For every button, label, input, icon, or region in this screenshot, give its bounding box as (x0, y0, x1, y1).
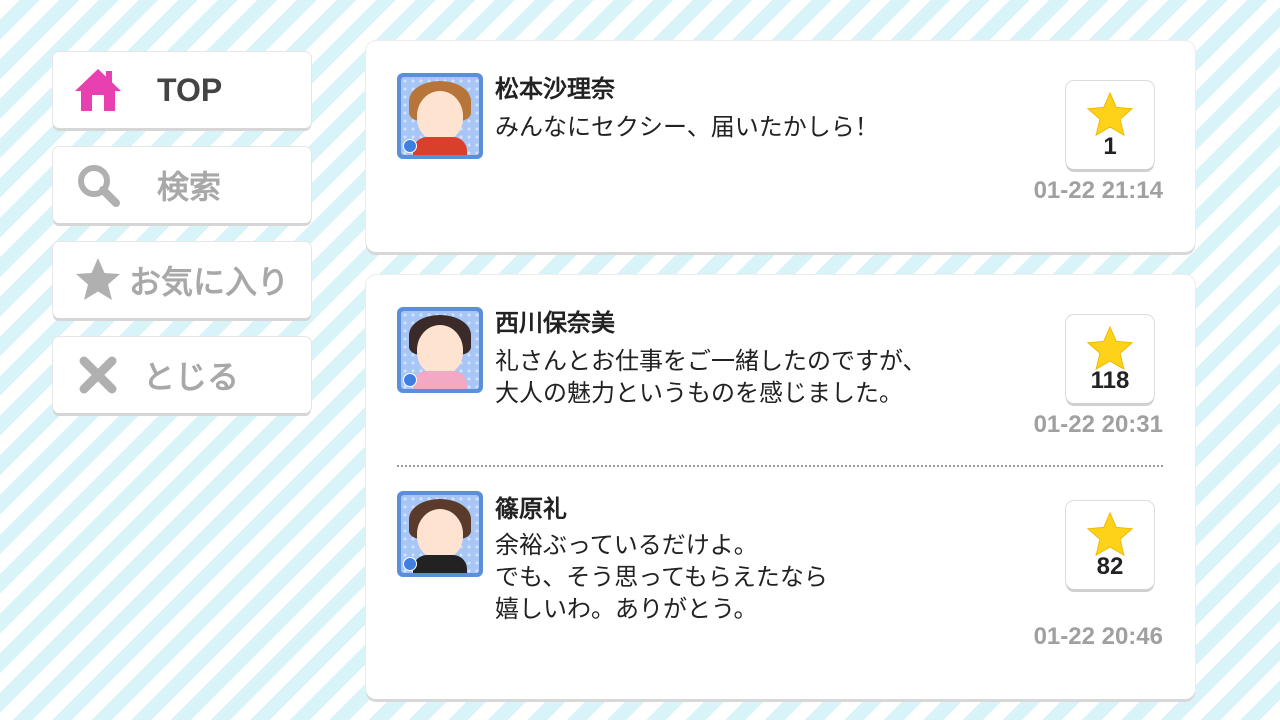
nav-top-label: TOP (157, 71, 223, 108)
nav-favorites-button[interactable]: お気に入り (53, 242, 311, 318)
search-icon (71, 158, 125, 212)
post-message: 礼さんとお仕事をご一緒したのですが、 大人の魅力というものを感じました。 (495, 347, 927, 407)
avatar[interactable] (397, 491, 483, 577)
gem-icon (403, 373, 417, 387)
post-timestamp: 01-22 20:46 (1033, 623, 1163, 650)
post-item: 松本沙理奈 みんなにセクシー、届いたかしら！ 1 01-22 21:14 (366, 41, 1195, 231)
post-item: 篠原礼 余裕ぶっているだけよ。 でも、そう思ってもらえたなら 嬉しいわ。ありがと… (366, 467, 1195, 697)
avatar[interactable] (397, 73, 483, 159)
like-count: 1 (1103, 133, 1117, 160)
nav-favorites-label: お気に入り (129, 264, 290, 300)
nav-top-button[interactable]: TOP (53, 52, 311, 128)
post-card: 松本沙理奈 みんなにセクシー、届いたかしら！ 1 01-22 21:14 (366, 41, 1195, 252)
post-card: 西川保奈美 礼さんとお仕事をご一緒したのですが、 大人の魅力というものを感じまし… (366, 275, 1195, 699)
like-button[interactable]: 1 (1066, 81, 1154, 169)
post-author: 篠原礼 (495, 495, 567, 523)
star-icon (71, 253, 125, 307)
post-message: 余裕ぶっているだけよ。 でも、そう思ってもらえたなら 嬉しいわ。ありがとう。 (495, 531, 828, 623)
star-icon (1086, 511, 1134, 557)
avatar[interactable] (397, 307, 483, 393)
gem-icon (403, 557, 417, 571)
star-icon (1086, 91, 1134, 137)
like-count: 82 (1096, 553, 1124, 580)
star-icon (1086, 325, 1134, 371)
post-timestamp: 01-22 20:31 (1033, 411, 1163, 438)
close-icon (71, 348, 125, 402)
like-button[interactable]: 118 (1066, 315, 1154, 403)
like-button[interactable]: 82 (1066, 501, 1154, 589)
post-message: みんなにセクシー、届いたかしら！ (495, 113, 879, 141)
nav-search-label: 検索 (157, 169, 222, 205)
gem-icon (403, 139, 417, 153)
sidebar: TOP 検索 お気に入り とじる (53, 52, 313, 432)
nav-search-button[interactable]: 検索 (53, 147, 311, 223)
nav-close-label: とじる (143, 359, 240, 395)
post-timestamp: 01-22 21:14 (1033, 177, 1163, 204)
nav-close-button[interactable]: とじる (53, 337, 311, 413)
post-item: 西川保奈美 礼さんとお仕事をご一緒したのですが、 大人の魅力というものを感じまし… (366, 275, 1195, 465)
like-count: 118 (1090, 367, 1130, 394)
post-author: 松本沙理奈 (495, 75, 615, 103)
home-icon (71, 63, 125, 117)
post-author: 西川保奈美 (495, 309, 615, 337)
